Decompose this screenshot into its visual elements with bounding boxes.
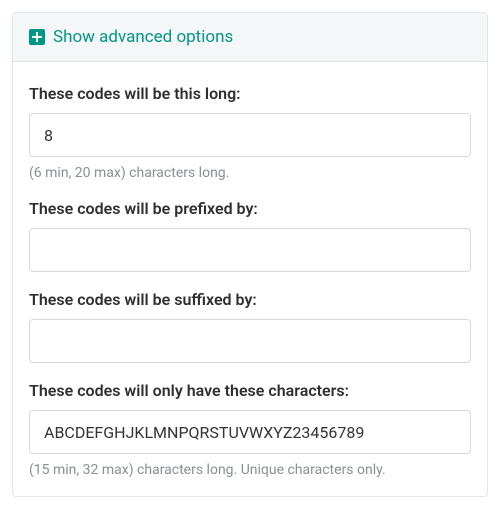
code-length-label: These codes will be this long: xyxy=(29,84,471,103)
plus-icon xyxy=(29,29,45,45)
code-suffix-input[interactable] xyxy=(29,319,471,363)
code-prefix-input[interactable] xyxy=(29,228,471,272)
field-code-length: These codes will be this long: (6 min, 2… xyxy=(29,84,471,181)
code-suffix-label: These codes will be suffixed by: xyxy=(29,290,471,309)
code-prefix-label: These codes will be prefixed by: xyxy=(29,199,471,218)
code-length-input[interactable] xyxy=(29,113,471,157)
code-charset-help: (15 min, 32 max) characters long. Unique… xyxy=(29,462,471,478)
advanced-options-toggle[interactable]: Show advanced options xyxy=(13,13,487,62)
code-charset-label: These codes will only have these charact… xyxy=(29,381,471,400)
advanced-options-panel: Show advanced options These codes will b… xyxy=(12,12,488,497)
advanced-options-body: These codes will be this long: (6 min, 2… xyxy=(13,62,487,496)
advanced-options-toggle-label: Show advanced options xyxy=(53,27,233,47)
code-length-help: (6 min, 20 max) characters long. xyxy=(29,165,471,181)
field-code-prefix: These codes will be prefixed by: xyxy=(29,199,471,272)
field-code-suffix: These codes will be suffixed by: xyxy=(29,290,471,363)
field-code-charset: These codes will only have these charact… xyxy=(29,381,471,478)
code-charset-input[interactable] xyxy=(29,410,471,454)
